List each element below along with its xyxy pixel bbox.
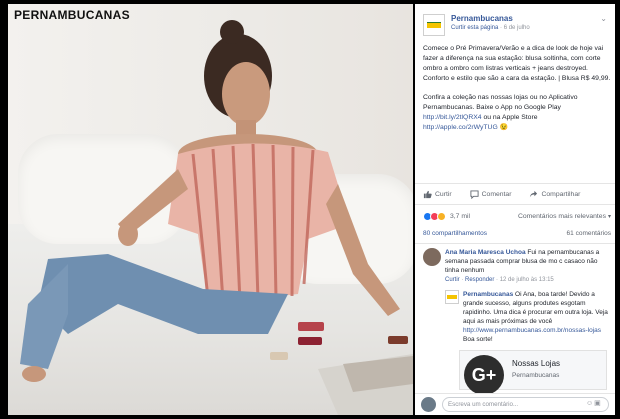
comment-reply-link[interactable]: Responder (465, 277, 494, 283)
thumbs-up-icon (423, 190, 432, 198)
comment-1-actions: Curtir · Responder · 12 de julho às 13:1… (445, 277, 554, 283)
post-paragraph-2-text: Confira a coleção nas nossas lojas ou no… (423, 94, 578, 111)
chevron-down-icon[interactable]: ⌄ (600, 14, 607, 23)
stores-link[interactable]: http://www.pernambucanas.com.br/nossas-l… (463, 327, 601, 334)
avatar[interactable] (423, 248, 441, 266)
reactions-summary[interactable]: 3,7 mil Comentários mais relevantes ▾ (423, 209, 611, 223)
link-preview-card[interactable]: G+ Nossas Lojas Pernambucanas (459, 350, 607, 395)
like-label: Curtir (435, 190, 452, 198)
post-meta: Curtir esta página · 6 de julho (451, 25, 530, 31)
google-play-link[interactable]: http://bit.ly/2tlQRX4 (423, 114, 482, 121)
comment-label: Comentar (481, 190, 512, 198)
post-photo[interactable]: PERNAMBUCANAS (8, 4, 413, 415)
post-paragraph-2: Confira a coleção nas nossas lojas ou no… (423, 93, 611, 133)
share-label: Compartilhar (541, 190, 581, 198)
page-name[interactable]: Pernambucanas (451, 14, 513, 23)
google-plus-icon: G+ (464, 355, 504, 395)
commenter-name[interactable]: Pernambucanas (463, 291, 513, 298)
comment-icon (470, 189, 479, 199)
comment-button[interactable]: Comentar (470, 189, 512, 199)
comment-input[interactable]: Escreva um comentário... (442, 397, 609, 412)
watermark-logo: PERNAMBUCANAS (14, 8, 130, 22)
avatar (421, 397, 436, 412)
wink-emoji-icon: 😉 (499, 124, 509, 131)
post-paragraph-2-mid: ou na Apple Store (483, 114, 538, 121)
page-logo-icon (447, 295, 457, 299)
comment-2: Pernambucanas Oi Ana, boa tarde! Devido … (463, 290, 609, 344)
wow-reaction-icon (437, 211, 446, 221)
share-button[interactable]: Compartilhar (529, 190, 580, 199)
share-icon (530, 190, 538, 197)
comment-composer: Escreva um comentário... ☺▣ (415, 393, 615, 415)
apple-store-link[interactable]: http://apple.co/2rWyTUG (423, 124, 498, 131)
share-comment-counts: 80 compartilhamentos 61 comentários (423, 230, 611, 240)
post-panel: Pernambucanas Curtir esta página · 6 de … (415, 4, 615, 415)
comment-sort-dropdown[interactable]: Comentários mais relevantes ▾ (518, 213, 611, 220)
emoji-camera-icon[interactable]: ☺▣ (586, 399, 604, 409)
page-reply-avatar[interactable] (445, 290, 459, 304)
like-page-link[interactable]: Curtir esta página (451, 25, 498, 31)
post-header: Pernambucanas Curtir esta página · 6 de … (415, 4, 615, 36)
page-avatar[interactable] (423, 14, 445, 36)
comment-like-link[interactable]: Curtir (445, 277, 460, 283)
shares-count[interactable]: 80 compartilhamentos (423, 230, 487, 240)
comments-count[interactable]: 61 comentários (567, 230, 611, 240)
commenter-name[interactable]: Ana Maria Maresca Uchoa (445, 249, 526, 256)
model-illustration (20, 20, 413, 415)
card-subtitle: Pernambucanas (512, 372, 560, 379)
action-bar: Curtir Comentar Compartilhar (415, 183, 615, 205)
reaction-count: 3,7 mil (450, 212, 471, 220)
comment-1: Ana Maria Maresca Uchoa Fui na pernambuc… (445, 248, 609, 285)
post-text: Comece o Pré Primavera/Verão e a dica de… (423, 44, 611, 142)
comment-sort-label: Comentários mais relevantes (517, 212, 606, 220)
divider (415, 243, 615, 244)
comment-tail: Boa sorte! (463, 336, 493, 343)
comment-timestamp[interactable]: 12 de julho às 13:15 (500, 277, 554, 283)
like-button[interactable]: Curtir (423, 190, 452, 199)
card-title: Nossas Lojas (512, 359, 561, 368)
page-logo-icon (427, 22, 441, 28)
post-date[interactable]: 6 de julho (504, 25, 530, 31)
post-paragraph-1: Comece o Pré Primavera/Verão e a dica de… (423, 45, 611, 82)
sort-chevron-icon: ▾ (607, 213, 611, 220)
